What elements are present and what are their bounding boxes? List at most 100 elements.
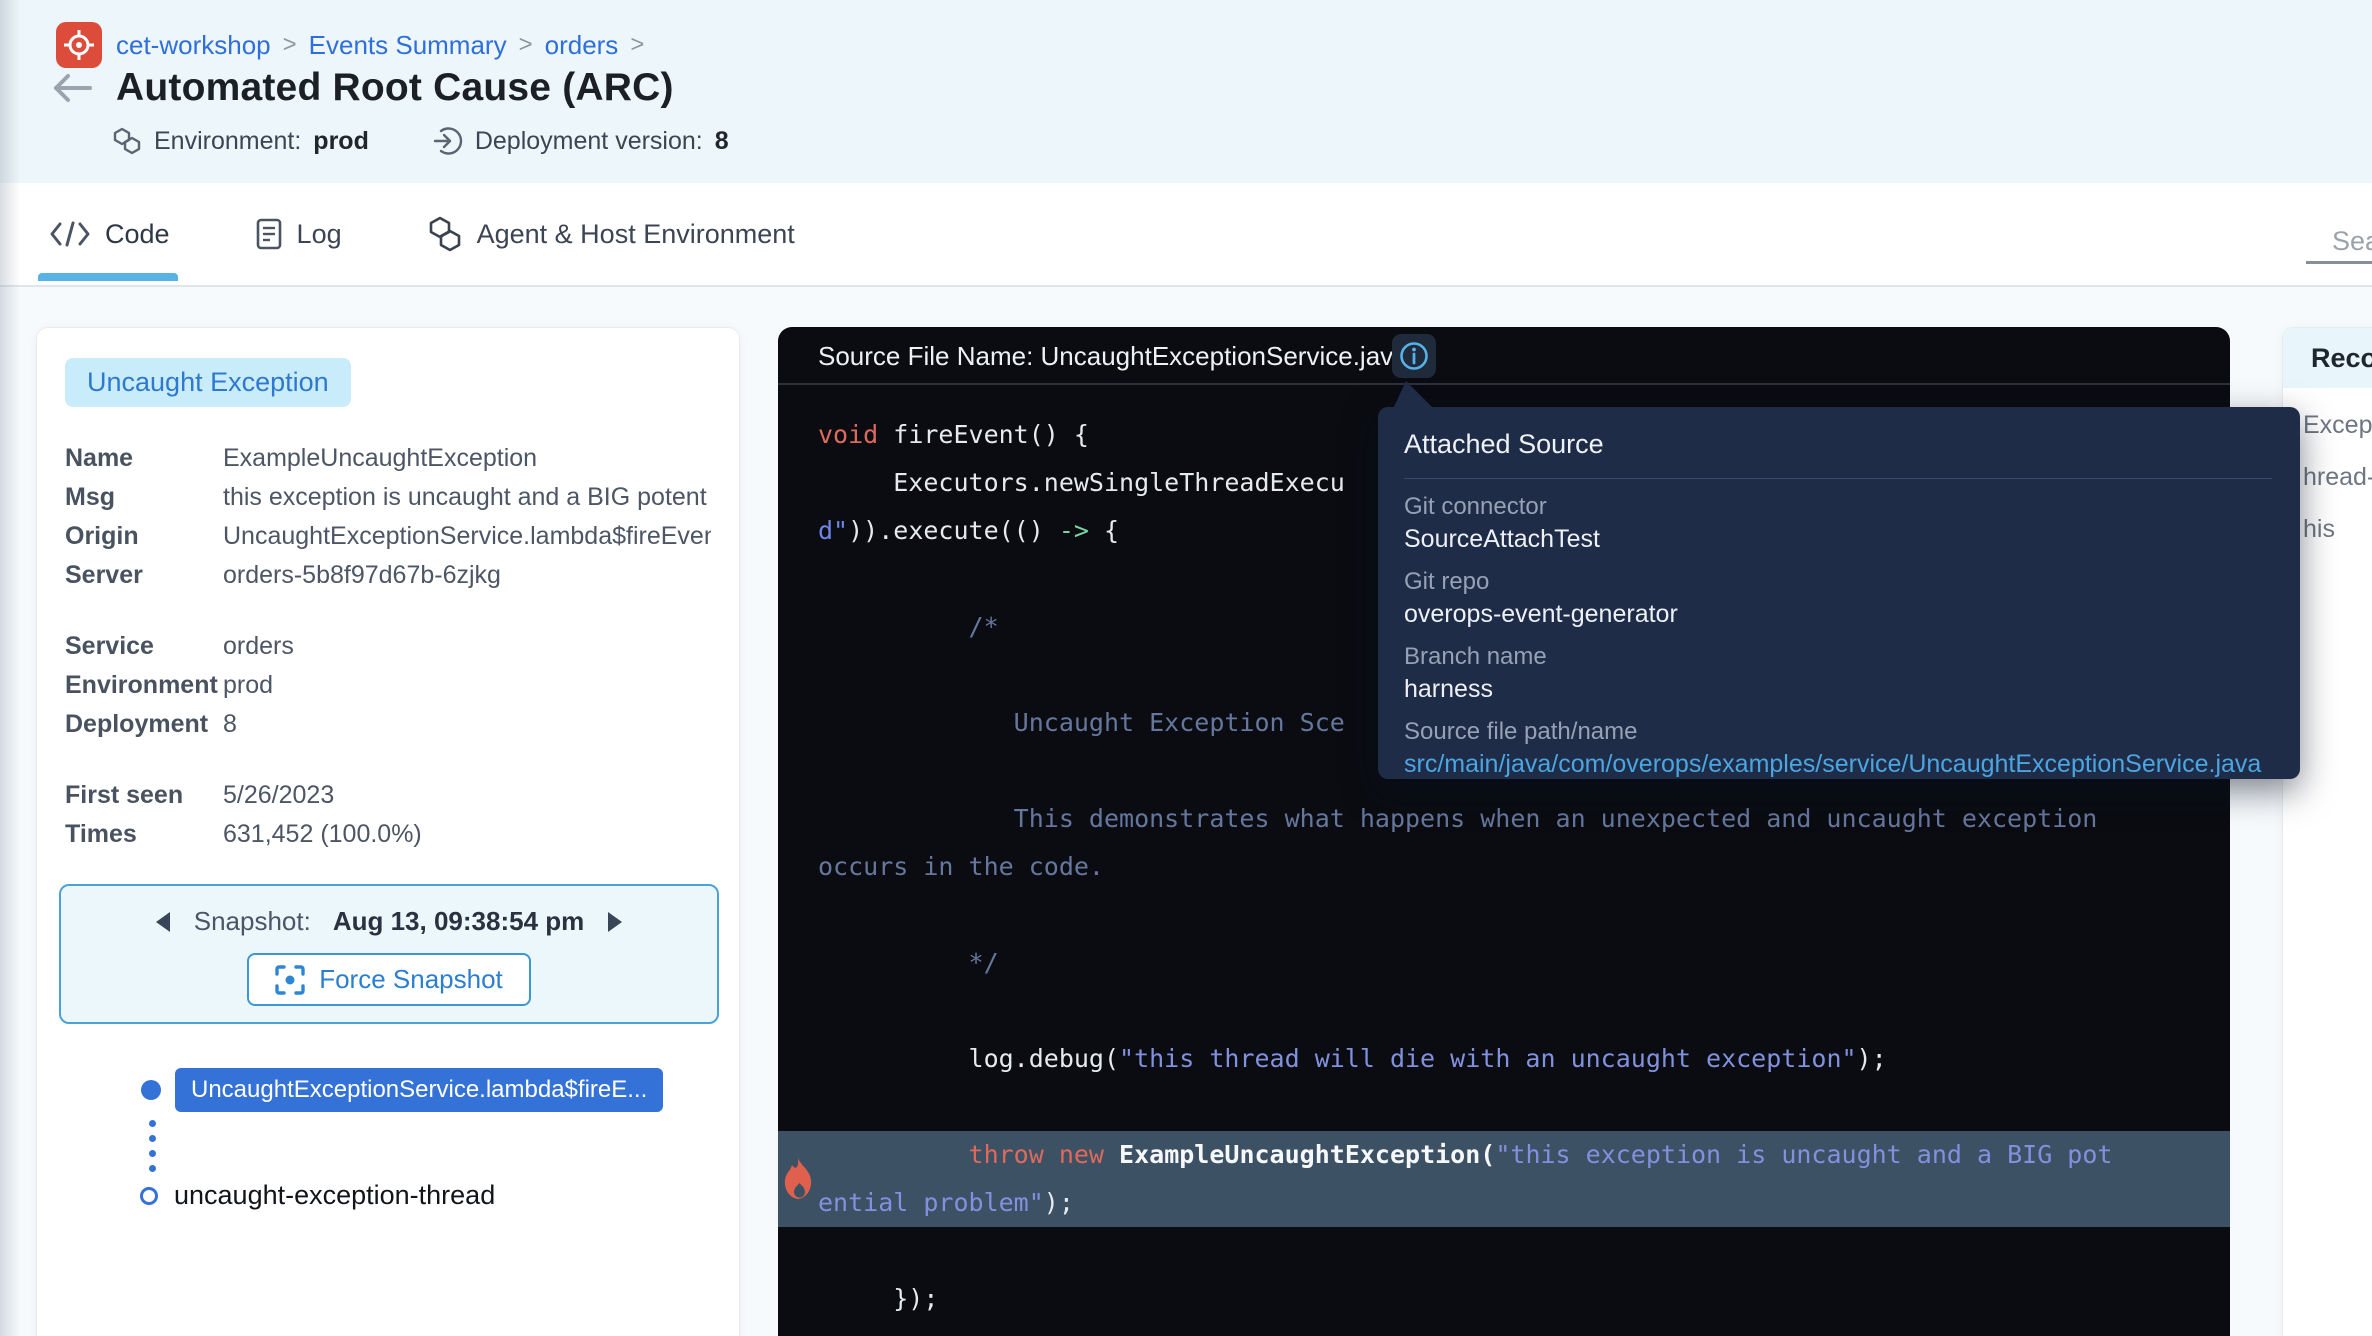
environment-icon (112, 126, 142, 156)
tooltip-row-value: SourceAttachTest (1404, 525, 2272, 554)
back-button[interactable] (50, 72, 94, 104)
stack-thread-name[interactable]: uncaught-exception-thread (174, 1180, 495, 1211)
snapshot-timestamp: Aug 13, 09:38:54 pm (333, 906, 584, 937)
field-label: Deployment (65, 705, 223, 744)
event-identity-fields: NameExampleUncaughtExceptionMsgthis exce… (65, 439, 711, 595)
breadcrumb-link-2[interactable]: orders (545, 30, 619, 61)
field-value: 631,452 (100.0%) (223, 815, 422, 854)
code-line: */ (778, 939, 2230, 987)
agent-icon (428, 216, 462, 252)
tooltip-row-value: harness (1404, 675, 2272, 704)
code-line: occurs in the code. (778, 843, 2230, 891)
tab-log[interactable]: Log (256, 218, 342, 250)
title-row: Automated Root Cause (ARC) (50, 66, 674, 110)
active-tab-underline (38, 273, 178, 281)
code-line-highlighted: throw new ExampleUncaughtException("this… (778, 1131, 2230, 1179)
field-value: 8 (223, 705, 237, 744)
tooltip-row-value: overops-event-generator (1404, 600, 2272, 629)
tab-bar: Code Log Agent & Host Environment (0, 183, 2372, 287)
tab-code[interactable]: Code (50, 219, 170, 250)
event-service-fields: ServiceordersEnvironmentprodDeployment8 (65, 627, 711, 744)
breadcrumb-separator: > (283, 31, 297, 59)
force-snapshot-icon (275, 965, 305, 995)
event-type-badge: Uncaught Exception (65, 358, 351, 407)
source-file-path-link[interactable]: src/main/java/com/overops/examples/servi… (1404, 750, 2272, 779)
deployment-icon (433, 126, 463, 156)
stack-frame-selected[interactable]: UncaughtExceptionService.lambda$fireE... (175, 1068, 663, 1112)
breadcrumb-link-0[interactable]: cet-workshop (116, 30, 271, 61)
recorded-event-row[interactable]: Excepti (2303, 404, 2372, 456)
field-value: ExampleUncaughtException (223, 439, 537, 478)
force-snapshot-button[interactable]: Force Snapshot (247, 953, 531, 1006)
force-snapshot-label: Force Snapshot (319, 964, 503, 995)
field-label: Service (65, 627, 223, 666)
environment-value: prod (313, 127, 369, 156)
field-label: Server (65, 556, 223, 595)
field-value: prod (223, 666, 273, 705)
field-row: NameExampleUncaughtException (65, 439, 711, 478)
tooltip-row-label: Git connector (1404, 493, 2272, 521)
code-line (778, 1227, 2230, 1275)
code-line: This demonstrates what happens when an u… (778, 795, 2230, 843)
attached-source-info-button[interactable] (1392, 334, 1436, 378)
field-label: Environment (65, 666, 223, 705)
breadcrumb-separator: > (630, 31, 644, 59)
field-value: UncaughtExceptionService.lambda$fireEven (223, 517, 711, 556)
environment-label: Environment: (154, 127, 301, 156)
tab-label: Code (105, 219, 170, 250)
page-header: cet-workshop > Events Summary > orders > Auto… (0, 0, 2372, 183)
breadcrumb-link-1[interactable]: Events Summary (309, 30, 507, 61)
field-label: Msg (65, 478, 223, 517)
breadcrumb-separator: > (519, 31, 533, 59)
error-tracking-logo-icon (56, 22, 102, 68)
stack-frame-dot-icon (141, 1080, 161, 1100)
tab-agent-host-environment[interactable]: Agent & Host Environment (428, 216, 795, 252)
field-label: Origin (65, 517, 223, 556)
source-file-name: Source File Name: UncaughtExceptionServi… (818, 327, 1408, 385)
tooltip-arrow (1392, 381, 1436, 411)
meta-row: Environment: prod Deployment version: 8 (112, 126, 729, 156)
field-value: orders-5b8f97d67b-6zjkg (223, 556, 501, 595)
field-row: OriginUncaughtExceptionService.lambda$fi… (65, 517, 711, 556)
snapshot-box: Snapshot: Aug 13, 09:38:54 pm Force (59, 884, 719, 1024)
event-stats-fields: First seen5/26/2023Times631,452 (100.0%) (65, 776, 711, 854)
field-label: Name (65, 439, 223, 478)
field-row: Deployment8 (65, 705, 711, 744)
field-value: 5/26/2023 (223, 776, 334, 815)
recorded-event-row[interactable]: his (2303, 508, 2372, 560)
field-value: this exception is uncaught and a BIG pot… (223, 478, 707, 517)
next-snapshot-button[interactable] (606, 911, 624, 933)
field-value: orders (223, 627, 294, 666)
tooltip-row-label: Branch name (1404, 643, 2272, 671)
page-title: Automated Root Cause (ARC) (116, 66, 674, 110)
search-input[interactable] (2306, 222, 2372, 261)
field-label: Times (65, 815, 223, 854)
stack-trace: UncaughtExceptionService.lambda$fireE...… (65, 1068, 711, 1211)
tooltip-row-label: Git repo (1404, 568, 2272, 596)
breadcrumb: cet-workshop > Events Summary > orders > (56, 22, 644, 68)
tab-label: Agent & Host Environment (477, 219, 795, 250)
code-line-highlighted: ential problem"); (778, 1179, 2230, 1227)
code-line (778, 891, 2230, 939)
code-icon (50, 221, 90, 247)
tab-label: Log (297, 219, 342, 250)
field-row: Times631,452 (100.0%) (65, 815, 711, 854)
recorded-events-header: Recor (2283, 328, 2372, 388)
previous-snapshot-button[interactable] (154, 911, 172, 933)
code-line (778, 1083, 2230, 1131)
tooltip-title: Attached Source (1404, 429, 2272, 460)
stack-thread-ring-icon (140, 1187, 158, 1205)
field-row: Serverorders-5b8f97d67b-6zjkg (65, 556, 711, 595)
error-flame-icon (779, 1156, 817, 1202)
snapshot-label: Snapshot: (194, 906, 311, 937)
deployment-label: Deployment version: (475, 127, 703, 156)
field-row: Msgthis exception is uncaught and a BIG … (65, 478, 711, 517)
recorded-event-row[interactable]: hread- (2303, 456, 2372, 508)
event-details-card: Uncaught Exception NameExampleUncaughtEx… (36, 327, 740, 1336)
field-label: First seen (65, 776, 223, 815)
log-icon (256, 218, 282, 250)
search-field (2306, 222, 2372, 264)
code-line: }); (778, 1275, 2230, 1323)
field-row: First seen5/26/2023 (65, 776, 711, 815)
left-edge-shadow (0, 0, 20, 1336)
